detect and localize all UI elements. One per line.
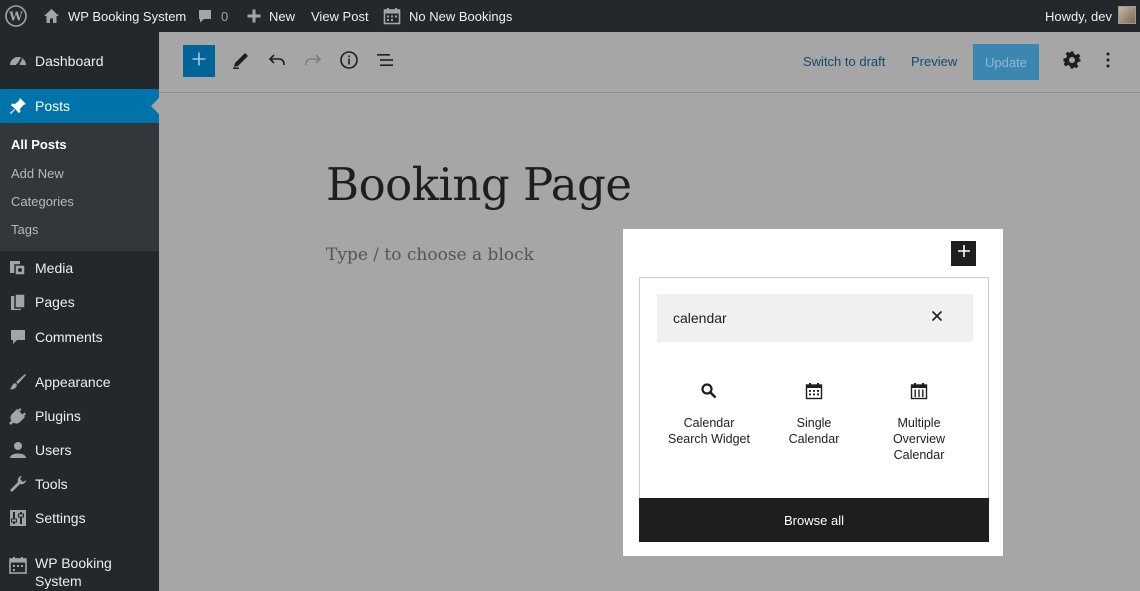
block-label: Multiple Overview Calendar <box>892 416 946 462</box>
sidebar-item-pages[interactable]: Pages <box>0 285 159 319</box>
plus-icon <box>246 8 262 24</box>
user-icon <box>8 440 28 460</box>
sidebar-item-label: Users <box>35 442 72 458</box>
sidebar-item-wp-booking-system[interactable]: WP Booking System <box>0 554 159 591</box>
wrench-icon <box>8 474 28 494</box>
brush-icon <box>8 372 28 392</box>
avatar[interactable] <box>1118 6 1136 24</box>
list-view-icon <box>375 50 395 75</box>
undo-icon <box>267 50 287 75</box>
redo-icon <box>303 50 323 75</box>
close-icon <box>931 309 943 327</box>
info-icon <box>339 50 359 75</box>
new-label: New <box>269 8 296 24</box>
block-search-input[interactable] <box>673 308 913 328</box>
block-label: Single Calendar <box>788 416 840 446</box>
submenu-add-new[interactable]: Add New <box>11 166 64 181</box>
block-multiple-overview-calendar[interactable]: Multiple Overview Calendar <box>869 376 969 476</box>
pencil-icon <box>231 50 251 75</box>
submenu-all-posts[interactable]: All Posts <box>11 137 67 152</box>
list-view-button[interactable] <box>369 44 401 80</box>
switch-to-draft-button[interactable]: Switch to draft <box>803 54 885 69</box>
comment-bubble-icon <box>197 8 213 24</box>
block-calendar-search-widget[interactable]: Calendar Search Widget <box>659 376 759 476</box>
sidebar-item-plugins[interactable]: Plugins <box>0 399 159 433</box>
admin-bar: W WP Booking System 0 New View Post No N… <box>0 0 1140 32</box>
calendar-icon <box>8 555 28 575</box>
sidebar-item-label: Settings <box>35 510 86 526</box>
bookings-label: No New Bookings <box>409 8 513 24</box>
details-button[interactable] <box>333 44 365 80</box>
sidebar-item-label: Posts <box>35 98 71 114</box>
search-icon <box>697 379 721 403</box>
view-post-label: View Post <box>311 8 369 24</box>
sidebar-item-comments[interactable]: Comments <box>0 320 159 354</box>
block-search <box>657 294 973 342</box>
pin-icon <box>8 96 28 116</box>
sidebar-item-settings[interactable]: Settings <box>0 501 159 535</box>
redo-button[interactable] <box>297 44 329 80</box>
sidebar-item-posts[interactable]: Posts <box>0 89 159 123</box>
submenu-categories[interactable]: Categories <box>11 194 74 209</box>
view-post-link[interactable]: View Post <box>311 0 369 32</box>
sidebar-item-media[interactable]: Media <box>0 251 159 285</box>
dashboard-icon <box>8 51 28 71</box>
sidebar-item-label: WP Booking System <box>35 555 112 589</box>
calendar-icon <box>802 379 826 403</box>
posts-submenu: All Posts Add New Categories Tags <box>0 123 159 251</box>
sidebar-item-label: Dashboard <box>35 53 104 69</box>
home-icon <box>43 8 60 24</box>
comments-count: 0 <box>221 8 229 24</box>
svg-text:W: W <box>8 10 23 24</box>
block-label: Calendar Search Widget <box>668 416 750 446</box>
sidebar-item-dashboard[interactable]: Dashboard <box>0 44 159 78</box>
preview-button[interactable]: Preview <box>911 54 957 69</box>
media-icon <box>8 258 28 278</box>
settings-button[interactable] <box>1056 44 1088 80</box>
sidebar-item-label: Tools <box>35 476 68 492</box>
clear-search-button[interactable] <box>929 310 945 326</box>
pages-icon <box>8 292 28 312</box>
plus-icon <box>191 51 207 72</box>
editor-header: Switch to draft Preview Update <box>159 32 1140 93</box>
calendar-icon <box>383 7 401 25</box>
calendar-grid-icon <box>907 379 931 403</box>
sidebar-item-appearance[interactable]: Appearance <box>0 365 159 399</box>
post-title[interactable]: Booking Page <box>326 158 632 211</box>
browse-all-button[interactable]: Browse all <box>639 498 989 542</box>
sidebar-item-label: Comments <box>35 329 103 345</box>
block-placeholder[interactable]: Type / to choose a block <box>326 245 534 265</box>
site-name: WP Booking System <box>68 8 187 24</box>
gear-icon <box>1062 50 1082 75</box>
sidebar-item-label: Pages <box>35 294 75 310</box>
sidebar-item-users[interactable]: Users <box>0 433 159 467</box>
wordpress-logo-icon[interactable]: W <box>5 0 27 32</box>
new-content-link[interactable]: New <box>246 0 295 32</box>
submenu-tags[interactable]: Tags <box>11 222 38 237</box>
block-single-calendar[interactable]: Single Calendar <box>764 376 864 476</box>
admin-sidebar: Dashboard Posts All Posts Add New Catego… <box>0 32 159 591</box>
vertical-ellipsis-icon <box>1098 50 1118 75</box>
update-button[interactable]: Update <box>973 44 1039 80</box>
sidebar-item-label: Appearance <box>35 374 111 390</box>
comments-link[interactable]: 0 <box>197 0 228 32</box>
undo-button[interactable] <box>261 44 293 80</box>
my-account-link[interactable]: Howdy, dev <box>1045 0 1112 32</box>
settings-icon <box>8 508 28 528</box>
sidebar-item-label: Plugins <box>35 408 81 424</box>
plus-icon <box>957 244 971 263</box>
bookings-link[interactable]: No New Bookings <box>383 0 512 32</box>
quick-inserter-toggle[interactable] <box>951 241 976 266</box>
more-options-button[interactable] <box>1092 44 1124 80</box>
site-name-link[interactable]: WP Booking System <box>43 0 186 32</box>
plug-icon <box>8 406 28 426</box>
sidebar-item-label: Media <box>35 260 74 276</box>
sidebar-item-tools[interactable]: Tools <box>0 467 159 501</box>
tools-button[interactable] <box>225 44 257 80</box>
greeting: Howdy, dev <box>1045 8 1112 24</box>
comments-icon <box>8 327 28 347</box>
block-inserter-toggle[interactable] <box>183 45 215 77</box>
